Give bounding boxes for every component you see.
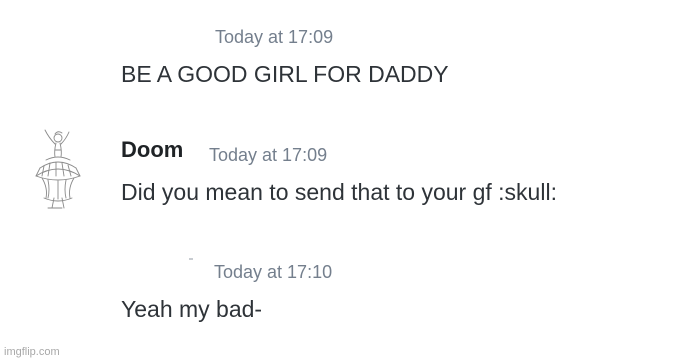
message-text[interactable]: BE A GOOD GIRL FOR DADDY (121, 61, 449, 88)
message-author[interactable]: Doom (121, 137, 183, 163)
watermark: imgflip.com (4, 346, 60, 358)
message-text[interactable]: Did you mean to send that to your gf :sk… (121, 179, 557, 206)
ballerina-sketch-icon (35, 129, 81, 209)
chat-log: Today at 17:09 BE A GOOD GIRL FOR DADDY (0, 0, 686, 364)
message-timestamp: Today at 17:09 (209, 145, 328, 165)
message-timestamp: Today at 17:10 (214, 262, 333, 282)
divider-mark (189, 258, 193, 260)
message-text[interactable]: Yeah my bad- (121, 296, 262, 323)
message-timestamp: Today at 17:09 (215, 27, 334, 47)
user-avatar[interactable] (18, 128, 92, 212)
